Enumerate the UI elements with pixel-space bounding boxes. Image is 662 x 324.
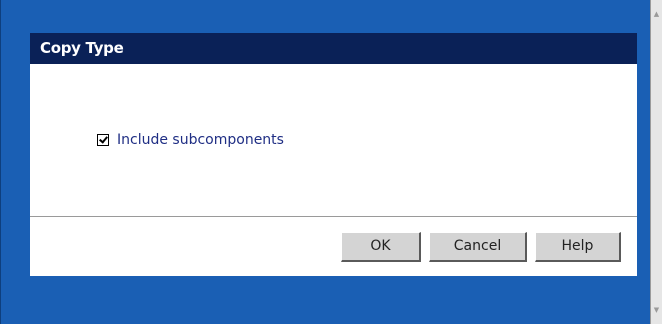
ok-button[interactable]: OK xyxy=(341,232,421,262)
button-separator-highlight xyxy=(30,217,637,218)
scroll-up-arrow-icon[interactable]: ▲ xyxy=(651,8,662,20)
include-subcomponents-row[interactable]: Include subcomponents xyxy=(97,132,284,148)
dialog-titlebar: Copy Type xyxy=(30,33,637,64)
cancel-button[interactable]: Cancel xyxy=(429,232,527,262)
include-subcomponents-checkbox[interactable] xyxy=(97,134,109,146)
scroll-down-arrow-icon[interactable]: ▼ xyxy=(651,304,662,316)
dialog-title: Copy Type xyxy=(40,39,124,57)
help-button[interactable]: Help xyxy=(535,232,621,262)
vertical-scrollbar[interactable]: ▲ ▼ xyxy=(650,0,662,324)
copy-type-dialog: Copy Type Include subcomponents OK Cance… xyxy=(30,33,637,276)
include-subcomponents-label[interactable]: Include subcomponents xyxy=(117,132,284,148)
